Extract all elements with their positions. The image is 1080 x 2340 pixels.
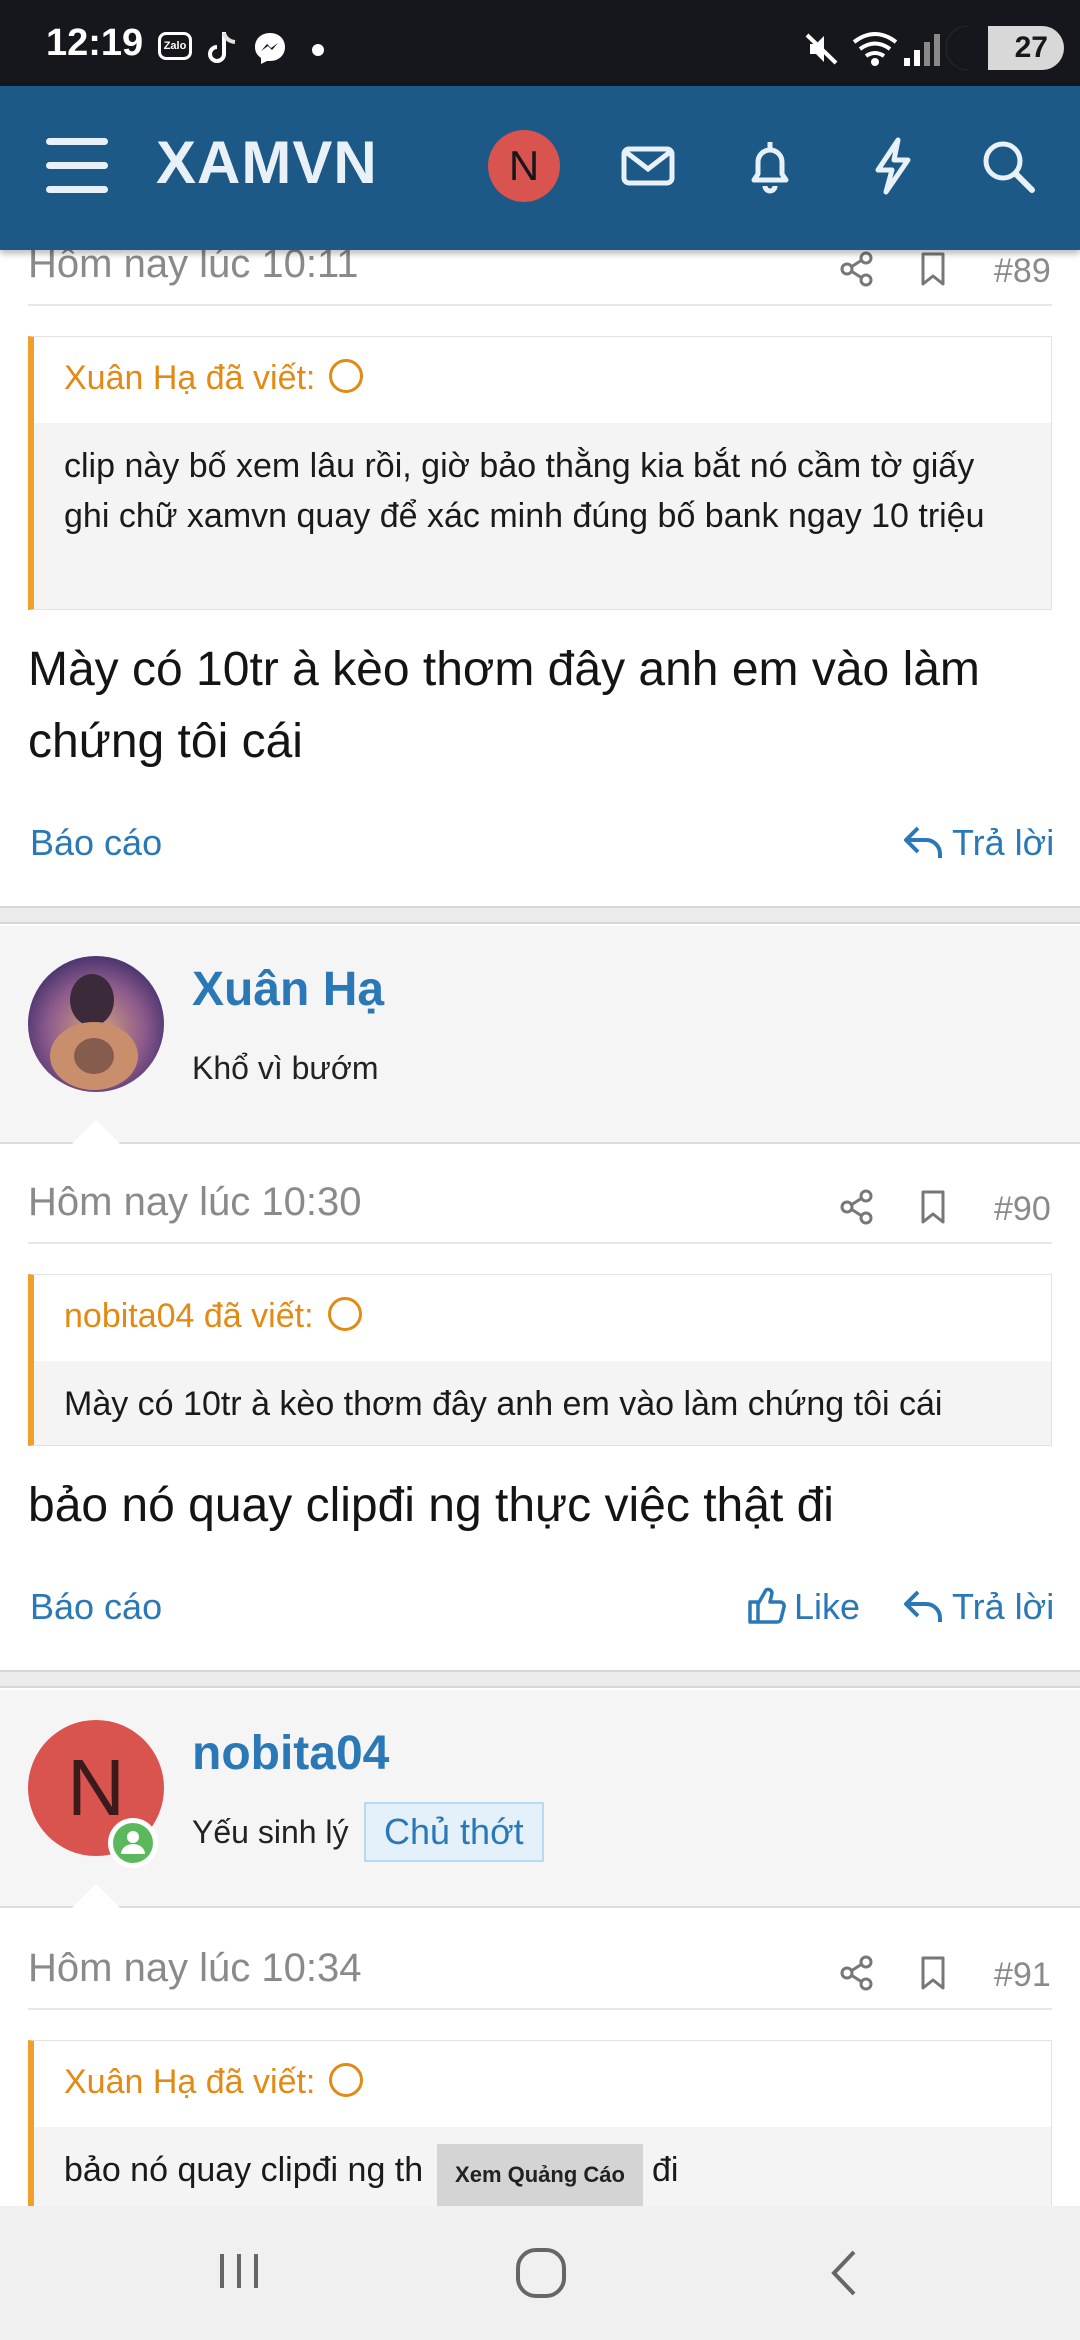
author-name[interactable]: Xuân Hạ <box>192 962 384 1017</box>
quote-text: Mày có 10tr à kèo thơm đây anh em vào là… <box>34 1361 1051 1445</box>
online-status-icon <box>108 1818 158 1868</box>
battery-level: 27 <box>1014 31 1048 64</box>
share-icon[interactable] <box>838 250 876 288</box>
quote-text: clip này bố xem lâu rồi, giờ bảo thằng k… <box>34 423 1051 609</box>
reply-icon[interactable] <box>902 1586 944 1626</box>
zalo-icon: Zalo <box>158 32 192 60</box>
menu-icon[interactable] <box>46 138 108 194</box>
arrow-up-icon[interactable] <box>329 2063 364 2097</box>
view-ad-button[interactable]: Xem Quảng Cáo <box>437 2144 643 2206</box>
quote-author[interactable]: nobita04 đã viết: <box>34 1275 1051 1361</box>
lightning-icon[interactable] <box>862 136 922 196</box>
reply-link[interactable]: Trả lời <box>952 1586 1054 1628</box>
status-time: 12:19 <box>46 22 144 64</box>
like-icon[interactable] <box>746 1584 786 1626</box>
quote-author[interactable]: Xuân Hạ đã viết: <box>34 337 1051 423</box>
user-avatar[interactable]: N <box>488 130 560 202</box>
home-icon[interactable] <box>514 2246 568 2300</box>
share-icon[interactable] <box>838 1954 876 1992</box>
report-link[interactable]: Báo cáo <box>30 822 162 864</box>
bookmark-icon[interactable] <box>914 1188 952 1226</box>
report-link[interactable]: Báo cáo <box>30 1586 162 1628</box>
post-author-block: N nobita04 Yếu sinh lý Chủ thớt <box>0 1690 1080 1908</box>
post-separator <box>0 906 1080 924</box>
recent-apps-icon[interactable] <box>214 2246 264 2296</box>
wifi-icon <box>852 32 898 66</box>
bookmark-icon[interactable] <box>914 1954 952 1992</box>
tiktok-icon <box>208 32 236 63</box>
arrow-up-icon[interactable] <box>329 359 364 393</box>
search-icon[interactable] <box>978 136 1038 196</box>
notification-dot <box>312 44 324 56</box>
bookmark-icon[interactable] <box>914 250 952 288</box>
site-logo[interactable]: XAMVN <box>156 128 378 197</box>
like-link[interactable]: Like <box>794 1586 860 1628</box>
quote-block: nobita04 đã viết: Mày có 10tr à kèo thơm… <box>28 1274 1052 1446</box>
messenger-icon <box>255 33 285 64</box>
author-avatar[interactable] <box>28 956 164 1092</box>
reply-link[interactable]: Trả lời <box>952 822 1054 864</box>
mail-icon[interactable] <box>618 136 678 196</box>
post-number[interactable]: #89 <box>994 252 1051 291</box>
signal-icon <box>904 34 940 66</box>
quote-author[interactable]: Xuân Hạ đã viết: <box>34 2041 1051 2127</box>
bell-icon[interactable] <box>740 136 800 196</box>
system-nav-bar <box>0 2206 1080 2340</box>
arrow-up-icon[interactable] <box>327 1297 362 1331</box>
back-icon[interactable] <box>826 2246 862 2300</box>
post-author-block: Xuân Hạ Khổ vì bướm <box>0 926 1080 1144</box>
page: 12:19 Zalo 27 XAMVN N Hôm nay lúc 10:11 … <box>0 0 1080 2340</box>
post-timestamp[interactable]: Hôm nay lúc 10:30 <box>28 1180 362 1225</box>
author-title: Khổ vì bướm <box>192 1050 379 1086</box>
status-bar: 12:19 Zalo 27 <box>0 0 1080 86</box>
site-header: XAMVN N <box>0 86 1080 250</box>
author-name[interactable]: nobita04 <box>192 1726 389 1781</box>
post-message: Mày có 10tr à kèo thơm đây anh em vào là… <box>28 643 980 768</box>
author-title: Yếu sinh lý <box>192 1814 349 1850</box>
mute-icon <box>805 33 838 65</box>
post-number[interactable]: #90 <box>994 1190 1051 1229</box>
quote-block: Xuân Hạ đã viết: clip này bố xem lâu rồi… <box>28 336 1052 610</box>
post-separator <box>0 1670 1080 1688</box>
battery-indicator: 27 <box>946 26 1064 70</box>
post-number[interactable]: #91 <box>994 1956 1051 1995</box>
post-timestamp[interactable]: Hôm nay lúc 10:34 <box>28 1946 362 1991</box>
post-message: bảo nó quay clipđi ng thực việc thật đi <box>28 1479 834 1532</box>
reply-icon[interactable] <box>902 822 944 862</box>
share-icon[interactable] <box>838 1188 876 1226</box>
thread-starter-badge: Chủ thớt <box>364 1802 544 1862</box>
